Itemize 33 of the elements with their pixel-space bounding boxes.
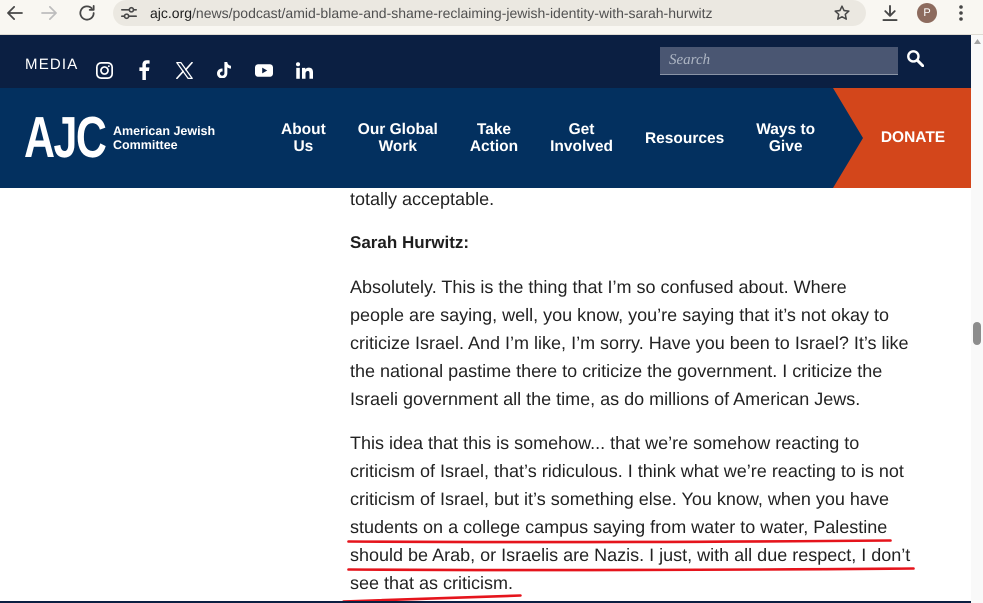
nav-menu-item[interactable]: Get Involved: [534, 121, 629, 155]
url-text[interactable]: ajc.org/news/podcast/amid-blame-and-shame-reclaiming-jewish-identity-with-sarah-hurwitz: [150, 4, 713, 22]
paragraph: totally acceptable.: [350, 188, 494, 211]
logo-mark[interactable]: AJC: [24, 109, 106, 167]
profile-avatar[interactable]: P: [917, 3, 937, 23]
paragraph: Absolutely. This is the thing that I’m so confused about. Where people are saying, well, you know, you’re saying that it’s not okay to criticize Israel. And I’m like, I’m sorry. Have you been to Israel? It’s like the national pastime there to criticize the government. I criticize the Israeli government all the time, as do millions of American Jews.: [350, 276, 909, 411]
back-arrow-icon[interactable]: [7, 6, 23, 20]
nav-menu-item[interactable]: Our Global Work: [342, 121, 454, 155]
linkedin-icon[interactable]: [296, 62, 312, 78]
x-logo-icon[interactable]: [176, 62, 192, 78]
scrollbar[interactable]: [971, 35, 983, 603]
scrollbar-thumb[interactable]: [973, 322, 981, 345]
search-icon[interactable]: [907, 50, 924, 67]
nav-menu-item[interactable]: Ways to Give: [740, 121, 832, 155]
address-bar[interactable]: ajc.org/news/podcast/amid-blame-and-shame-reclaiming-jewish-identity-with-sarah-hurwitz: [113, 0, 866, 26]
search-field[interactable]: Search: [660, 47, 898, 75]
nav-menu-item[interactable]: Take Action: [454, 121, 534, 155]
download-icon[interactable]: [882, 5, 898, 21]
nav-menu-item[interactable]: Resources: [628, 130, 740, 146]
tiktok-icon[interactable]: [217, 62, 231, 78]
instagram-icon[interactable]: [96, 62, 112, 78]
youtube-icon[interactable]: [255, 64, 273, 76]
menu-icon[interactable]: [959, 5, 963, 21]
paragraph: This idea that this is somehow... that we’re somehow reacting to criticism of Israel, that’s ridiculous. I think what we’re reacting to is not criticism of Israel, but it’s something else. You know, when you have students on a college campus saying from water to water, Palestine should be Arab, or Israelis are Nazis. I just, with all due respect, I don’t see that as criticism.: [350, 432, 910, 595]
media-label: MEDIA: [25, 56, 79, 73]
tune-icon[interactable]: [121, 6, 137, 20]
donate-button[interactable]: DONATE: [833, 88, 971, 188]
logo-name[interactable]: American Jewish Committee: [113, 124, 216, 152]
nav-menu-item[interactable]: About Us: [265, 121, 342, 155]
reload-icon[interactable]: [79, 5, 95, 21]
speaker-name: Sarah Hurwitz:: [350, 232, 470, 254]
facebook-icon[interactable]: [138, 60, 150, 80]
star-icon[interactable]: [834, 5, 850, 21]
